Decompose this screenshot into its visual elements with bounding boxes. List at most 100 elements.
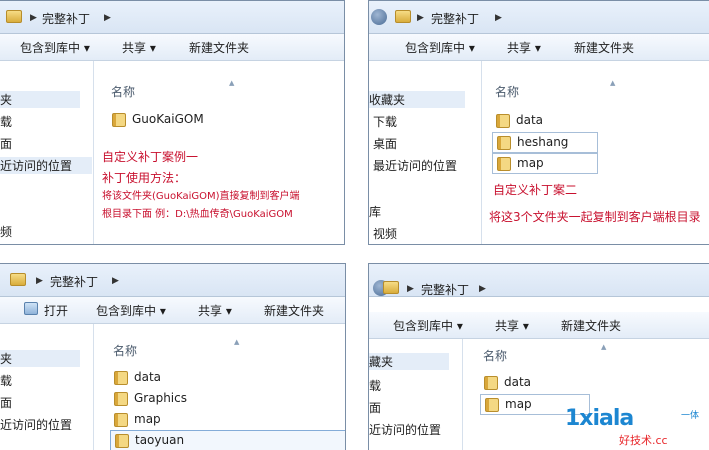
navigation-pane: 藏夹 载 面 近访问的位置 xyxy=(369,339,463,450)
command-bar: 包含到库中 ▾ 共享 ▾ 新建文件夹 xyxy=(369,34,709,61)
folder-icon xyxy=(485,398,499,412)
usage-instruction: 将这3个文件夹一起复制到客户端根目录 xyxy=(489,210,701,224)
folder-name: data xyxy=(134,370,162,384)
navigation-pane: 夹 载 面 近访问的位置 xyxy=(0,324,94,450)
nav-item-desktop[interactable]: 桌面 xyxy=(373,135,397,152)
usage-instruction: 将该文件夹(GuoKaiGOM)直接复制到客户端 xyxy=(102,191,300,202)
chevron-right-icon[interactable]: ▶ xyxy=(36,276,43,286)
folder-icon xyxy=(497,136,511,150)
folder-item[interactable]: data xyxy=(492,111,572,132)
new-folder-button[interactable]: 新建文件夹 xyxy=(574,39,634,56)
nav-item-downloads[interactable]: 载 xyxy=(0,113,12,130)
folder-item[interactable]: Graphics xyxy=(110,389,210,410)
breadcrumb-current[interactable]: 完整补丁 xyxy=(421,281,469,298)
folder-icon xyxy=(383,281,399,294)
nav-item-library[interactable]: 库 xyxy=(369,203,381,220)
column-header-name[interactable]: 名称 xyxy=(483,347,507,364)
share-button[interactable]: 共享 ▾ xyxy=(198,302,232,319)
nav-item-downloads[interactable]: 载 xyxy=(0,372,12,389)
folder-name: heshang xyxy=(517,135,569,149)
sort-arrow-icon: ▲ xyxy=(229,79,235,87)
usage-example: 根目录下面 例：D:\热血传奇\GuoKaiGOM xyxy=(102,209,293,220)
folder-icon xyxy=(10,273,26,286)
usage-heading: 补丁使用方法： xyxy=(102,171,187,185)
nav-item-downloads[interactable]: 下载 xyxy=(373,113,397,130)
new-folder-button[interactable]: 新建文件夹 xyxy=(264,302,324,319)
nav-item-recent-places[interactable]: 近访问的位置 xyxy=(0,416,72,433)
folder-item[interactable]: heshang xyxy=(492,132,598,153)
chevron-right-icon[interactable]: ▶ xyxy=(417,13,424,23)
explorer-window-2: ▶ 完整补丁 ▶ 包含到库中 ▾ 共享 ▾ 新建文件夹 收藏夹 下载 桌面 最近… xyxy=(368,0,709,245)
nav-item-recent-places[interactable]: 近访问的位置 xyxy=(369,421,441,438)
nav-item-videos[interactable]: 频 xyxy=(0,223,12,240)
folder-item[interactable]: data xyxy=(110,368,210,389)
case-title: 自定义补丁案二 xyxy=(493,183,578,197)
folder-item[interactable]: data xyxy=(480,373,560,394)
explorer-window-3: ▶ 完整补丁 ▶ 打开 包含到库中 ▾ 共享 ▾ 新建文件夹 夹 载 面 近访问… xyxy=(0,263,346,450)
folder-name: map xyxy=(517,156,544,170)
folder-item[interactable]: map xyxy=(492,153,598,174)
nav-item-recent-places[interactable]: 近访问的位置 xyxy=(0,157,92,174)
watermark-tag: 一体 xyxy=(681,411,700,421)
share-button[interactable]: 共享 ▾ xyxy=(122,39,156,56)
folder-icon xyxy=(395,10,411,23)
chevron-right-icon[interactable]: ▶ xyxy=(407,284,414,294)
nav-item-desktop[interactable]: 面 xyxy=(0,135,12,152)
folder-icon xyxy=(114,413,128,427)
nav-item-favorites[interactable]: 夹 xyxy=(0,350,80,367)
folder-name: map xyxy=(134,412,161,426)
folder-name: taoyuan xyxy=(135,433,185,447)
nav-item-favorites[interactable]: 夹 xyxy=(0,91,80,108)
address-bar[interactable]: ▶ 完整补丁 ▶ xyxy=(369,1,709,34)
include-in-library-button[interactable]: 包含到库中 ▾ xyxy=(20,39,90,56)
folder-item-selected[interactable]: taoyuan xyxy=(110,430,345,450)
new-folder-button[interactable]: 新建文件夹 xyxy=(189,39,249,56)
command-bar: 包含到库中 ▾ 共享 ▾ 新建文件夹 xyxy=(0,34,344,61)
nav-item-favorites[interactable]: 收藏夹 xyxy=(369,91,465,108)
nav-item-desktop[interactable]: 面 xyxy=(369,399,381,416)
folder-icon xyxy=(115,434,129,448)
column-header-name[interactable]: 名称 xyxy=(111,83,135,100)
folder-icon xyxy=(6,10,22,23)
address-bar[interactable]: ▶ 完整补丁 ▶ xyxy=(0,1,344,34)
folder-name: data xyxy=(504,375,532,389)
folder-icon xyxy=(112,113,126,127)
nav-item-videos[interactable]: 视频 xyxy=(373,225,397,242)
case-title: 自定义补丁案例一 xyxy=(102,150,199,164)
include-in-library-button[interactable]: 包含到库中 ▾ xyxy=(96,302,166,319)
folder-item[interactable]: map xyxy=(110,410,210,431)
navigation-pane: 夹 载 面 近访问的位置 频 xyxy=(0,61,94,244)
command-bar: 打开 包含到库中 ▾ 共享 ▾ 新建文件夹 xyxy=(0,297,345,324)
navigation-pane: 收藏夹 下载 桌面 最近访问的位置 库 视频 xyxy=(369,61,482,244)
nav-item-favorites[interactable]: 藏夹 xyxy=(369,353,449,370)
open-button[interactable]: 打开 xyxy=(44,302,68,319)
address-bar[interactable]: ▶ 完整补丁 ▶ xyxy=(0,264,345,297)
folder-icon xyxy=(114,371,128,385)
chevron-right-icon[interactable]: ▶ xyxy=(112,276,119,286)
include-in-library-button[interactable]: 包含到库中 ▾ xyxy=(405,39,475,56)
breadcrumb-current[interactable]: 完整补丁 xyxy=(50,273,98,290)
folder-name: map xyxy=(505,397,532,411)
nav-item-desktop[interactable]: 面 xyxy=(0,394,12,411)
new-folder-button[interactable]: 新建文件夹 xyxy=(561,317,621,334)
nav-item-recent-places[interactable]: 最近访问的位置 xyxy=(373,157,457,174)
breadcrumb-current[interactable]: 完整补丁 xyxy=(42,10,90,27)
breadcrumb-current[interactable]: 完整补丁 xyxy=(431,10,479,27)
sort-arrow-icon: ▲ xyxy=(234,338,240,346)
chevron-right-icon[interactable]: ▶ xyxy=(495,13,502,23)
folder-name: Graphics xyxy=(134,391,187,405)
include-in-library-button[interactable]: 包含到库中 ▾ xyxy=(393,317,463,334)
column-header-name[interactable]: 名称 xyxy=(495,83,519,100)
chevron-right-icon[interactable]: ▶ xyxy=(479,284,486,294)
share-button[interactable]: 共享 ▾ xyxy=(495,317,529,334)
address-bar[interactable]: ▶ 完整补丁 ▶ xyxy=(369,264,709,297)
chevron-right-icon[interactable]: ▶ xyxy=(104,13,111,23)
back-icon[interactable] xyxy=(371,9,387,25)
chevron-right-icon[interactable]: ▶ xyxy=(30,13,37,23)
file-list: ▲ 名称 data Graphics map taoyuan xyxy=(94,324,345,450)
nav-item-downloads[interactable]: 载 xyxy=(369,377,381,394)
folder-icon xyxy=(114,392,128,406)
share-button[interactable]: 共享 ▾ xyxy=(507,39,541,56)
folder-item[interactable]: GuoKaiGOM xyxy=(108,110,228,131)
column-header-name[interactable]: 名称 xyxy=(113,342,137,359)
